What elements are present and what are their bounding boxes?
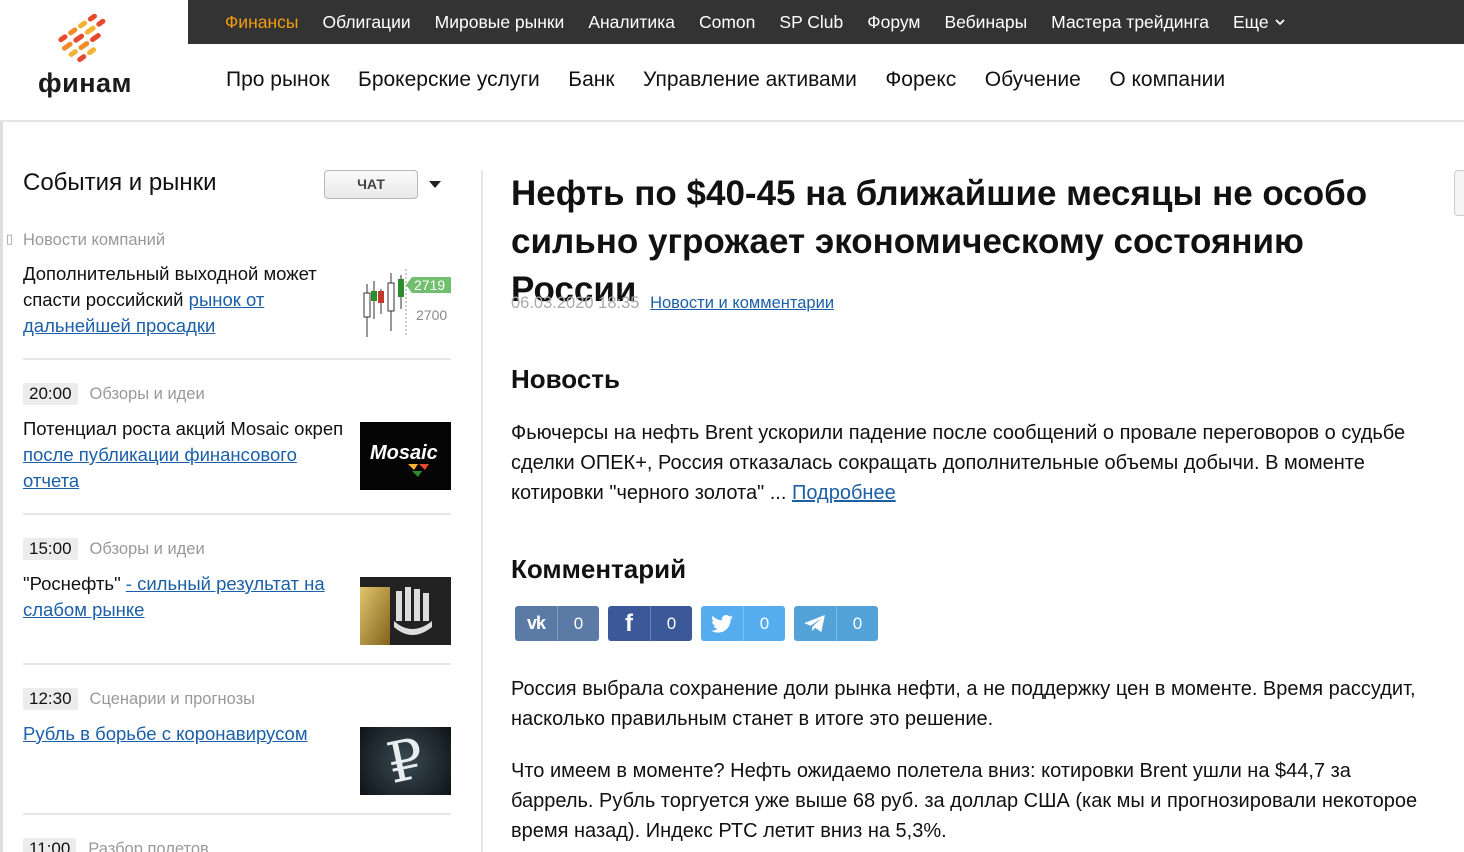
main-nav-item-asset-management[interactable]: Управление активами bbox=[643, 68, 857, 92]
telegram-icon bbox=[794, 606, 836, 641]
item-link[interactable]: после публикации финансового отчета bbox=[23, 444, 297, 491]
read-more-link[interactable]: Подробнее bbox=[792, 482, 896, 504]
paperclip-icon: ▯ bbox=[6, 231, 14, 246]
candlestick-chart-thumbnail[interactable]: 2719 2700 bbox=[360, 269, 451, 337]
vk-share-button[interactable]: vk 0 bbox=[515, 606, 599, 641]
news-heading: Новость bbox=[511, 364, 621, 394]
vk-icon: vk bbox=[526, 613, 546, 633]
window-left-edge bbox=[0, 0, 3, 852]
list-item[interactable]: 15:00 Обзоры и идеи "Роснефть" - сильный… bbox=[23, 538, 451, 645]
main-nav-item-forex[interactable]: Форекс bbox=[885, 68, 956, 92]
comment-heading: Комментарий bbox=[511, 554, 687, 584]
top-nav-item-webinars[interactable]: Вебинары bbox=[944, 12, 1027, 33]
item-category: Обзоры и идеи bbox=[89, 384, 205, 403]
mosaic-logo-thumbnail[interactable]: Mosaic bbox=[360, 422, 451, 490]
main-nav-item-brokerage[interactable]: Брокерские услуги bbox=[358, 68, 540, 92]
sidebar-title: События и рынки bbox=[23, 169, 217, 196]
news-text: Фьючерсы на нефть Brent ускорили падение… bbox=[511, 422, 1406, 504]
chevron-down-icon[interactable] bbox=[429, 181, 441, 188]
main-nav-item-market[interactable]: Про рынок bbox=[226, 68, 330, 92]
item-title: Дополнительный выходной может спасти рос… bbox=[23, 261, 351, 339]
top-nav-item-world-markets[interactable]: Мировые рынки bbox=[435, 12, 565, 33]
top-nav-item-comon[interactable]: Comon bbox=[699, 12, 755, 33]
twitter-icon bbox=[701, 606, 743, 641]
item-title: "Роснефть" - сильный результат на слабом… bbox=[23, 571, 351, 623]
top-nav-item-forum[interactable]: Форум bbox=[867, 12, 920, 33]
item-category: Сценарии и прогнозы bbox=[89, 689, 256, 708]
top-nav-item-sp-club[interactable]: SP Club bbox=[779, 12, 843, 33]
column-divider bbox=[481, 170, 483, 852]
chart-label-high: 2719 bbox=[414, 277, 446, 293]
mosaic-tiles-icon bbox=[408, 464, 429, 477]
chart-label-low: 2700 bbox=[416, 307, 448, 323]
twitter-share-button[interactable]: 0 bbox=[701, 606, 785, 641]
article-meta: 06.03.2020 18:35 Новости и комментарии bbox=[511, 294, 834, 313]
list-separator bbox=[23, 813, 451, 815]
share-count: 0 bbox=[650, 606, 692, 641]
logo-text: финам bbox=[38, 68, 133, 98]
events-sidebar: События и рынки ЧАТ ▯ Новости компаний Д… bbox=[6, 122, 451, 852]
item-title-text: "Роснефть" bbox=[23, 573, 126, 594]
facebook-share-button[interactable]: f 0 bbox=[608, 606, 692, 641]
list-item[interactable]: 11:00 Разбор полетов bbox=[23, 838, 451, 852]
item-title: Потенциал роста акций Mosaic окреп после… bbox=[23, 416, 351, 494]
chevron-down-icon bbox=[1274, 18, 1285, 25]
share-buttons: vk 0 f 0 0 0 bbox=[515, 606, 887, 641]
top-nav-item-finance[interactable]: Финансы bbox=[225, 12, 298, 33]
top-nav-item-trading-masters[interactable]: Мастера трейдинга bbox=[1051, 12, 1209, 33]
comment-paragraph-1: Россия выбрала сохранение доли рынка неф… bbox=[511, 678, 1416, 730]
item-category: Обзоры и идеи bbox=[89, 539, 205, 558]
item-category: Разбор полетов bbox=[88, 839, 209, 852]
item-category: Новости компаний bbox=[23, 230, 166, 249]
article-section-link[interactable]: Новости и комментарии bbox=[650, 294, 834, 312]
side-tab-handle[interactable] bbox=[1454, 170, 1464, 216]
comment-paragraph-2: Что имеем в моменте? Нефть ожидаемо поле… bbox=[511, 760, 1418, 842]
main-nav-item-education[interactable]: Обучение bbox=[985, 68, 1081, 92]
ruble-thumbnail[interactable]: ₽ bbox=[360, 727, 451, 795]
top-nav-item-analytics[interactable]: Аналитика bbox=[588, 12, 675, 33]
list-item[interactable]: 12:30 Сценарии и прогнозы Рубль в борьбе… bbox=[23, 688, 451, 795]
telegram-share-button[interactable]: 0 bbox=[794, 606, 878, 641]
facebook-icon: f bbox=[625, 609, 633, 637]
main-nav: Про рынок Брокерские услуги Банк Управле… bbox=[226, 68, 1254, 92]
ruble-sign-icon: ₽ bbox=[381, 727, 431, 795]
item-title-text: Потенциал роста акций Mosaic окреп bbox=[23, 418, 344, 439]
rosneft-logo-thumbnail[interactable] bbox=[360, 577, 451, 645]
list-separator bbox=[23, 358, 451, 360]
top-nav-more-label: Еще bbox=[1232, 11, 1269, 32]
list-separator bbox=[23, 663, 451, 665]
top-nav-more[interactable]: Еще bbox=[1233, 12, 1285, 33]
share-count: 0 bbox=[557, 606, 599, 641]
share-count: 0 bbox=[836, 606, 878, 641]
finam-logo-icon bbox=[58, 13, 106, 63]
share-count: 0 bbox=[743, 606, 785, 641]
article-date: 06.03.2020 18:35 bbox=[511, 294, 640, 312]
item-link[interactable]: Рубль в борьбе с коронавирусом bbox=[23, 723, 308, 744]
list-item[interactable]: ▯ Новости компаний Дополнительный выходн… bbox=[6, 229, 451, 337]
logo[interactable]: финам bbox=[0, 0, 188, 120]
item-time: 11:00 bbox=[23, 838, 77, 852]
item-time: 15:00 bbox=[23, 538, 78, 560]
list-separator bbox=[23, 513, 451, 515]
main-nav-item-bank[interactable]: Банк bbox=[568, 68, 614, 92]
article-title: Нефть по $40-45 на ближайшие месяцы не о… bbox=[511, 174, 1368, 309]
top-nav-item-bonds[interactable]: Облигации bbox=[322, 12, 410, 33]
rosneft-logo-icon bbox=[360, 577, 451, 645]
list-item[interactable]: 20:00 Обзоры и идеи Потенциал роста акци… bbox=[23, 383, 451, 491]
top-nav-bar: Финансы Облигации Мировые рынки Аналитик… bbox=[188, 0, 1464, 44]
item-time: 12:30 bbox=[23, 688, 78, 710]
chat-button[interactable]: ЧАТ bbox=[324, 170, 418, 199]
item-title-text: Дополнительный выходной может спасти рос… bbox=[23, 263, 317, 310]
main-nav-item-about[interactable]: О компании bbox=[1109, 68, 1225, 92]
news-paragraph: Фьючерсы на нефть Brent ускорили падение… bbox=[511, 418, 1431, 508]
item-title: Рубль в борьбе с коронавирусом bbox=[23, 721, 351, 747]
item-time: 20:00 bbox=[23, 383, 78, 405]
